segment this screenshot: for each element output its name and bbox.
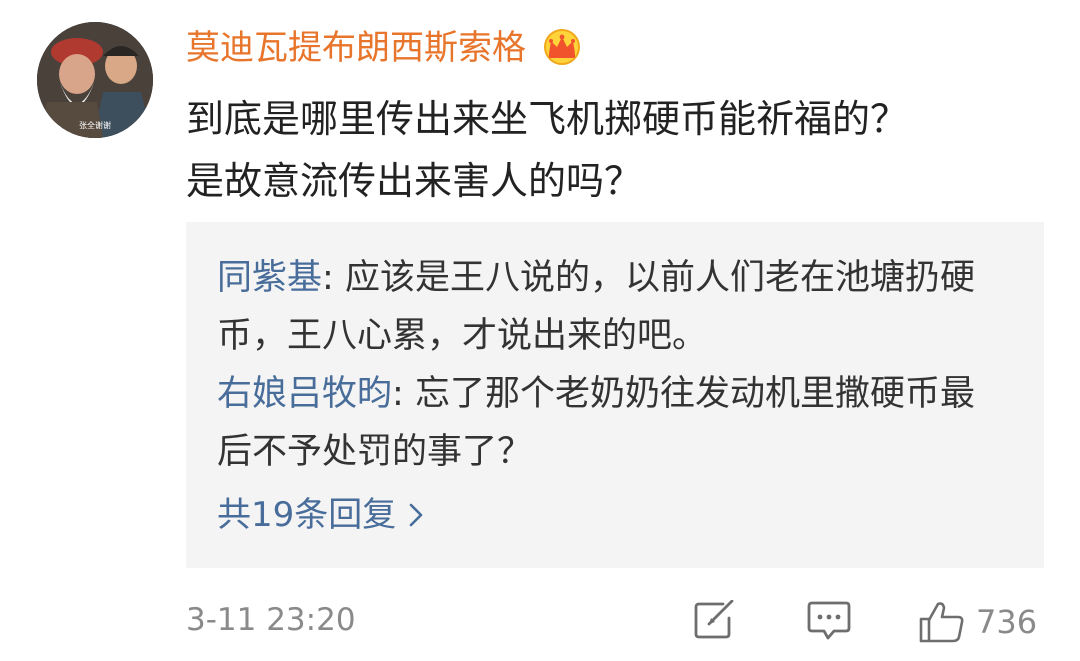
reply-box[interactable]: 同紫基: 应该是王八说的，以前人们老在池塘扔硬币，王八心累，才说出来的吧。 右娘… (186, 222, 1044, 568)
comment-author[interactable]: 莫迪瓦提布朗西斯索格 (186, 26, 584, 70)
comment-timestamp: 3-11 23:20 (186, 602, 356, 638)
reply-author[interactable]: 同紫基 (217, 258, 322, 298)
comment-text: 到底是哪里传出来坐飞机掷硬币能祈福的？ 是故意流传出来害人的吗？ (186, 97, 909, 203)
comment-author-name[interactable]: 莫迪瓦提布朗西斯索格 (186, 26, 526, 70)
chevron-right-icon (409, 503, 423, 527)
reply-item[interactable]: 同紫基: 应该是王八说的，以前人们老在池塘扔硬币，王八心累，才说出来的吧。 (217, 249, 997, 365)
avatar[interactable]: 张全谢谢 (37, 22, 153, 138)
like-count: 736 (976, 603, 1038, 641)
like-button[interactable]: 736 (918, 600, 1037, 644)
more-replies-link[interactable]: 共19条回复 (217, 486, 424, 544)
reply-item[interactable]: 右娘吕牧昀: 忘了那个老奶奶往发动机里撒硬币最后不予处罚的事了？ (217, 365, 997, 481)
reply-separator: : (392, 374, 415, 414)
reply-separator: : (322, 258, 345, 298)
share-button[interactable] (693, 599, 735, 644)
thumbs-up-icon (919, 602, 964, 643)
avatar-caption: 张全谢谢 (79, 120, 111, 130)
share-icon (694, 599, 734, 639)
more-replies-label[interactable]: 共19条回复 (217, 486, 396, 544)
reply-author[interactable]: 右娘吕牧昀 (217, 374, 392, 414)
comment-icon (807, 601, 851, 640)
crown-badge-icon (540, 28, 584, 68)
comment-button[interactable] (806, 600, 852, 646)
